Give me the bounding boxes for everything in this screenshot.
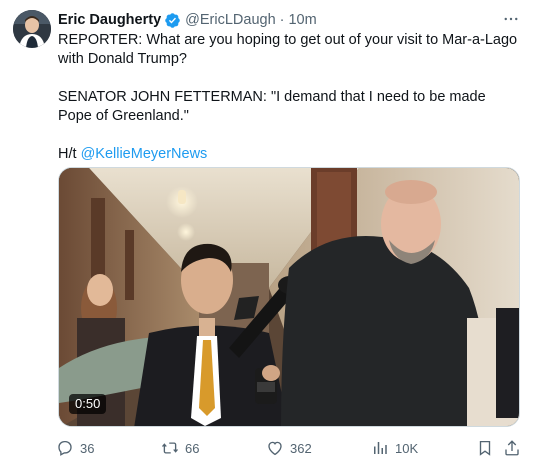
repost-icon <box>161 442 179 454</box>
video-player[interactable]: 0:50 <box>58 167 520 427</box>
repost-button[interactable]: 66 <box>161 437 199 459</box>
tweet-header: Eric Daugherty @EricLDaugh · 10m <box>58 10 522 30</box>
hat-tip-prefix: H/t <box>58 146 81 162</box>
share-icon <box>505 440 519 456</box>
timestamp[interactable]: 10m <box>288 10 316 30</box>
like-count: 362 <box>290 440 312 456</box>
bookmark-button[interactable] <box>476 437 494 459</box>
reply-icon <box>58 440 72 456</box>
reply-count: 36 <box>80 440 95 456</box>
like-button[interactable]: 362 <box>266 437 312 459</box>
views-icon <box>374 442 387 454</box>
repost-count: 66 <box>185 440 200 456</box>
views-button[interactable]: 10K <box>371 437 418 459</box>
video-frame <box>59 168 519 426</box>
tweet-text-hat-tip: H/t @KellieMeyerNews <box>58 145 518 164</box>
action-bar: 36 66 362 10K <box>52 437 522 459</box>
bookmark-icon <box>479 440 491 456</box>
avatar[interactable] <box>13 10 51 48</box>
separator-dot: · <box>279 12 285 28</box>
mention-link[interactable]: @KellieMeyerNews <box>81 146 208 162</box>
share-button[interactable] <box>503 437 521 459</box>
verified-badge-icon <box>164 12 181 29</box>
display-name[interactable]: Eric Daugherty <box>58 10 161 30</box>
reply-button[interactable]: 36 <box>56 437 94 459</box>
user-handle[interactable]: @EricLDaugh <box>185 10 275 30</box>
tweet-text-line-reporter: REPORTER: What are you hoping to get out… <box>58 32 518 67</box>
video-duration: 0:50 <box>69 394 107 414</box>
tweet-text-line-senator: SENATOR JOHN FETTERMAN: "I demand that I… <box>58 89 486 124</box>
tweet-text: REPORTER: What are you hoping to get out… <box>58 31 518 164</box>
tweet-card[interactable]: Eric Daugherty @EricLDaugh · 10m REPORTE… <box>0 0 534 467</box>
views-count: 10K <box>395 440 419 456</box>
more-icon[interactable] <box>500 9 522 29</box>
heart-icon <box>268 441 282 456</box>
